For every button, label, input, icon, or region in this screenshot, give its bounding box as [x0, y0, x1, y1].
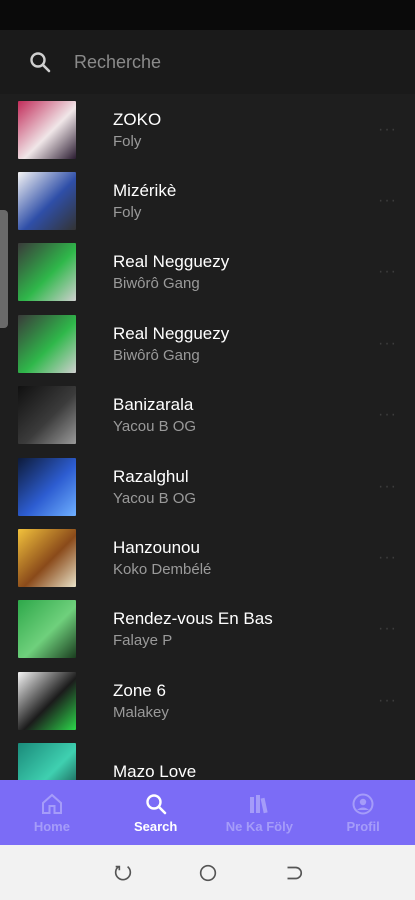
track-meta: Zone 6 Malakey: [113, 680, 169, 722]
track-row[interactable]: Banizarala Yacou B OG ···: [0, 380, 415, 451]
track-artist: Foly: [113, 204, 142, 222]
track-artist: Falaye P: [113, 632, 173, 650]
bottom-nav: Home Search Ne Ka Föly Profil: [0, 780, 415, 845]
search-icon: [145, 793, 166, 814]
system-nav-bar: [0, 845, 415, 900]
home-icon: [41, 793, 62, 814]
album-art: [18, 314, 76, 373]
nav-profile-label: Profil: [346, 818, 380, 834]
track-row[interactable]: Mizérikè Foly ···: [0, 165, 415, 236]
recents-icon[interactable]: [112, 862, 134, 884]
album-art: [18, 386, 76, 445]
track-meta: Real Negguezy Biwôrô Gang: [113, 323, 229, 365]
album-art: [18, 172, 76, 231]
home-circle-icon[interactable]: [197, 862, 219, 884]
track-meta: Razalghul Yacou B OG: [113, 466, 196, 508]
track-title: Banizarala: [113, 395, 194, 415]
nav-home-label: Home: [33, 818, 70, 834]
track-row[interactable]: Real Negguezy Biwôrô Gang ···: [0, 308, 415, 379]
status-bar: [0, 0, 415, 30]
more-options-icon[interactable]: ···: [378, 692, 397, 710]
track-meta: Mazo Love: [113, 761, 196, 780]
track-artist: Biwôrô Gang: [113, 346, 200, 364]
track-title: Rendez-vous En Bas: [113, 609, 273, 629]
track-artist: Koko Dembélé: [113, 561, 212, 579]
album-art: [18, 529, 76, 588]
track-artist: Foly: [113, 132, 142, 150]
profile-icon: [352, 793, 374, 814]
more-options-icon[interactable]: ···: [378, 335, 397, 353]
track-title: Zone 6: [113, 680, 166, 700]
album-art: [18, 671, 76, 730]
more-options-icon[interactable]: ···: [378, 406, 397, 424]
track-meta: ZOKO Foly: [113, 109, 161, 151]
track-title: ZOKO: [113, 109, 162, 129]
track-artist: Yacou B OG: [113, 418, 197, 436]
search-input[interactable]: [74, 51, 354, 73]
track-meta: Banizarala Yacou B OG: [113, 394, 196, 436]
library-icon: [250, 794, 268, 813]
more-options-icon[interactable]: ···: [378, 192, 397, 210]
track-row[interactable]: Rendez-vous En Bas Falaye P ···: [0, 594, 415, 665]
track-row[interactable]: Razalghul Yacou B OG ···: [0, 451, 415, 522]
track-title: Mazo Love: [113, 761, 197, 780]
track-title: Hanzounou: [113, 538, 200, 558]
edge-panel-handle[interactable]: [0, 210, 8, 328]
track-row[interactable]: Zone 6 Malakey ···: [0, 665, 415, 736]
album-art: [18, 600, 76, 659]
track-title: Real Negguezy: [113, 252, 230, 272]
more-options-icon[interactable]: ···: [378, 121, 397, 139]
track-row[interactable]: Hanzounou Koko Dembélé ···: [0, 522, 415, 593]
track-title: Razalghul: [113, 466, 189, 486]
track-row[interactable]: ZOKO Foly ···: [0, 94, 415, 165]
track-meta: Real Negguezy Biwôrô Gang: [113, 251, 229, 293]
nav-profile[interactable]: Profil: [311, 780, 415, 845]
album-art: [18, 243, 76, 302]
search-icon: [30, 52, 51, 73]
search-bar[interactable]: [0, 30, 415, 94]
nav-search[interactable]: Search: [104, 780, 208, 845]
track-artist: Malakey: [113, 703, 169, 721]
track-meta: Rendez-vous En Bas Falaye P: [113, 608, 273, 650]
more-options-icon[interactable]: ···: [378, 263, 397, 281]
album-art: [18, 457, 76, 516]
nav-library-label: Ne Ka Föly: [225, 818, 293, 834]
nav-home[interactable]: Home: [0, 780, 104, 845]
more-options-icon[interactable]: ···: [378, 478, 397, 496]
nav-library[interactable]: Ne Ka Föly: [208, 780, 312, 845]
track-row[interactable]: Mazo Love: [0, 737, 415, 780]
track-artist: Yacou B OG: [113, 489, 197, 507]
track-meta: Mizérikè Foly: [113, 180, 176, 222]
track-row[interactable]: Real Negguezy Biwôrô Gang ···: [0, 237, 415, 308]
track-list[interactable]: ZOKO Foly ··· Mizérikè Foly ··· Real Negguezy B…: [0, 94, 415, 780]
track-meta: Hanzounou Koko Dembélé: [113, 537, 211, 579]
more-options-icon[interactable]: ···: [378, 620, 397, 638]
nav-search-label: Search: [133, 818, 178, 834]
album-art: [18, 100, 76, 159]
track-artist: Biwôrô Gang: [113, 275, 200, 293]
more-options-icon[interactable]: ···: [378, 549, 397, 567]
back-icon[interactable]: [282, 862, 304, 884]
album-art: [18, 743, 76, 780]
track-title: Real Negguezy: [113, 323, 230, 343]
track-title: Mizérikè: [113, 181, 177, 201]
